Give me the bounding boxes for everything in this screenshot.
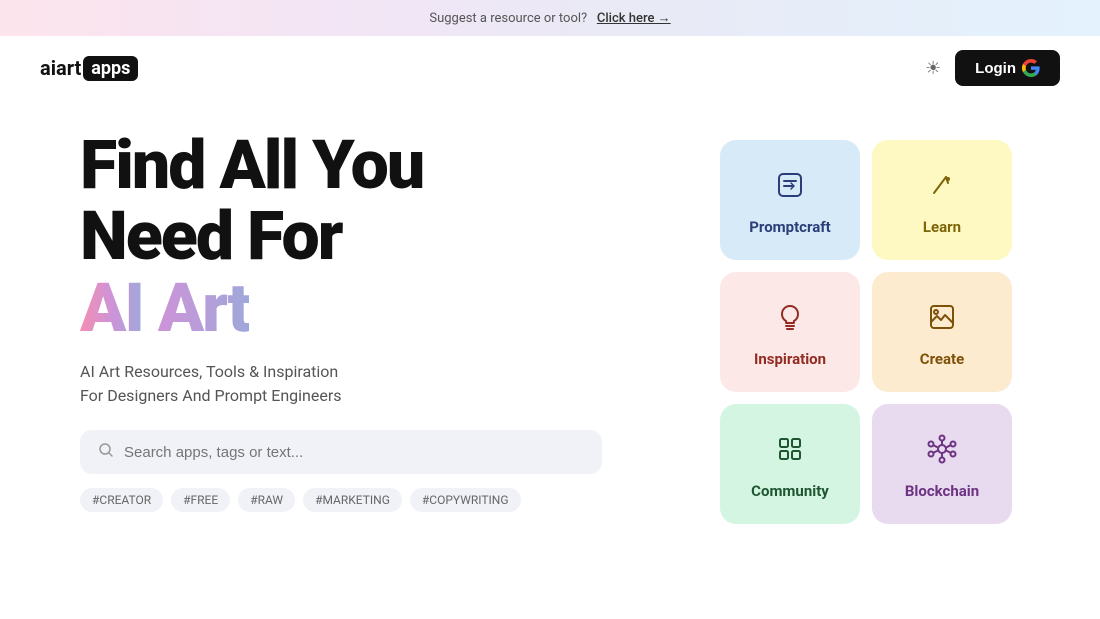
tag[interactable]: #RAW xyxy=(238,488,295,512)
promptcraft-icon xyxy=(774,169,806,208)
card-promptcraft[interactable]: Promptcraft xyxy=(720,140,860,260)
card-community[interactable]: Community xyxy=(720,404,860,524)
banner-text: Suggest a resource or tool? xyxy=(429,11,587,26)
card-blockchain[interactable]: Blockchain xyxy=(872,404,1012,524)
google-icon xyxy=(1022,59,1040,77)
logo-text: aiart xyxy=(40,56,81,80)
blockchain-label: Blockchain xyxy=(905,482,979,500)
subtitle-line1: AI Art Resources, Tools & Inspiration xyxy=(80,362,338,381)
headline-ai: AI xyxy=(80,268,143,348)
learn-icon xyxy=(926,169,958,208)
tag[interactable]: #CREATOR xyxy=(80,488,163,512)
tag[interactable]: #COPYWRITING xyxy=(410,488,521,512)
hero-section: Find All You Need For AI Art AI Art Reso… xyxy=(80,130,660,512)
header: aiart apps ☀ Login xyxy=(0,36,1100,100)
headline-art: Art xyxy=(158,268,249,348)
banner-link[interactable]: Click here → xyxy=(597,11,671,26)
inspiration-label: Inspiration xyxy=(754,350,826,368)
theme-toggle-icon[interactable]: ☀ xyxy=(925,58,941,79)
main-content: Find All You Need For AI Art AI Art Reso… xyxy=(0,100,1100,524)
top-banner: Suggest a resource or tool? Click here → xyxy=(0,0,1100,36)
blockchain-icon xyxy=(926,433,958,472)
card-inspiration[interactable]: Inspiration xyxy=(720,272,860,392)
community-label: Community xyxy=(751,482,829,500)
learn-label: Learn xyxy=(923,218,961,236)
logo[interactable]: aiart apps xyxy=(40,56,138,81)
headline-line2: Need For xyxy=(80,196,342,276)
login-label: Login xyxy=(975,60,1016,77)
card-learn[interactable]: Learn xyxy=(872,140,1012,260)
search-input[interactable] xyxy=(124,444,584,461)
community-icon xyxy=(774,433,806,472)
login-button[interactable]: Login xyxy=(955,50,1060,86)
promptcraft-label: Promptcraft xyxy=(749,218,830,236)
search-icon xyxy=(98,442,114,462)
search-bar xyxy=(80,430,602,474)
create-icon xyxy=(926,301,958,340)
subtitle: AI Art Resources, Tools & Inspiration Fo… xyxy=(80,360,660,408)
tags-row: #CREATOR #FREE #RAW #MARKETING #COPYWRITING xyxy=(80,488,602,512)
header-right: ☀ Login xyxy=(925,50,1060,86)
headline: Find All You Need For AI Art xyxy=(80,130,660,344)
card-create[interactable]: Create xyxy=(872,272,1012,392)
logo-apps: apps xyxy=(83,56,138,81)
tag[interactable]: #MARKETING xyxy=(303,488,402,512)
headline-line1: Find All You xyxy=(80,125,423,205)
tag[interactable]: #FREE xyxy=(171,488,230,512)
create-label: Create xyxy=(920,350,964,368)
category-grid: Promptcraft Learn Inspiratio xyxy=(720,130,1012,524)
inspiration-icon xyxy=(774,301,806,340)
subtitle-line2: For Designers And Prompt Engineers xyxy=(80,386,342,405)
